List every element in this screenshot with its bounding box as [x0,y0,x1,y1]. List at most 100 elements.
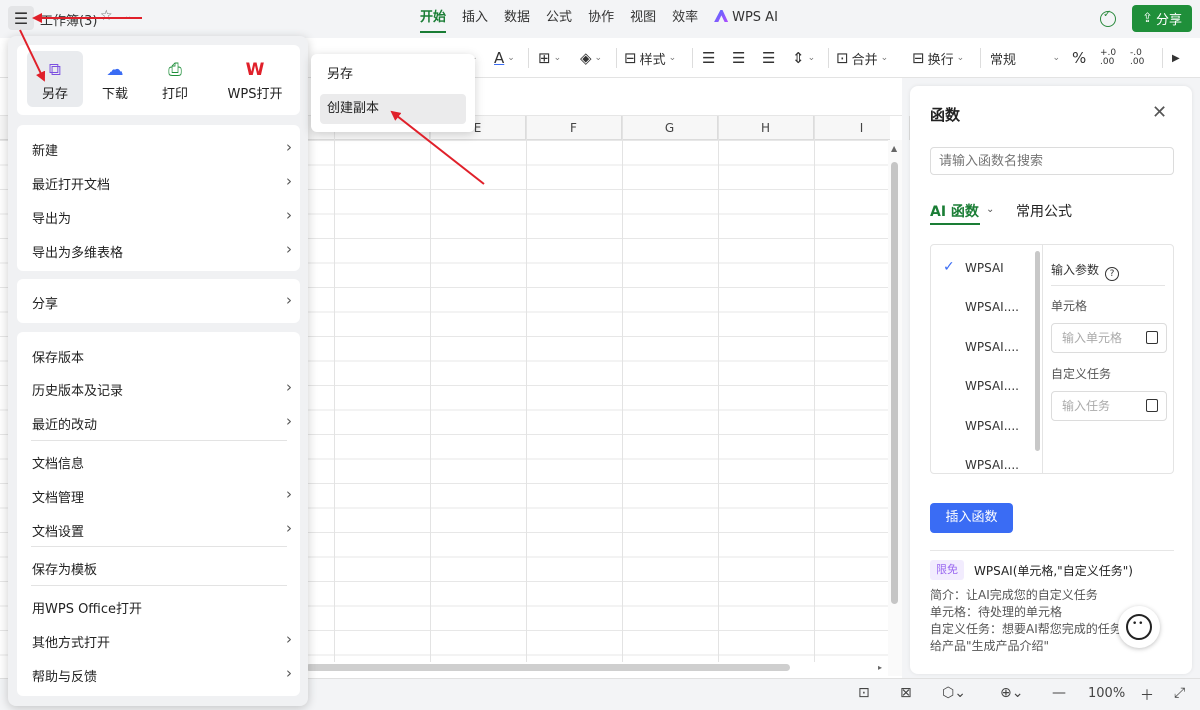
menu-item-export-multidim[interactable]: 导出为多维表格 › [32,240,292,261]
tab-formula[interactable]: 公式 [538,0,580,38]
help-icon[interactable]: ? [1105,267,1120,281]
share-icon: ⇪ [1142,11,1153,26]
fill-color-button[interactable]: ◈ ⌄ [580,46,602,70]
align-center-button[interactable]: ☰ [732,46,745,70]
vertical-align-button[interactable]: ⇕ ⌄ [792,46,815,70]
menu-icon[interactable]: ☰ [8,6,34,30]
param-title: 输入参数? [1051,261,1120,281]
menu-item-help[interactable]: 帮助与反馈 › [32,664,292,685]
function-item[interactable]: WPSAI.... [965,340,1019,354]
decrease-decimal-button[interactable]: -.0 .00 [1130,46,1150,70]
freeze-view-icon[interactable]: ⊕⌄ [1000,685,1023,701]
menu-item-share[interactable]: 分享 › [32,291,292,312]
merge-label: 合并 [851,52,878,68]
fullscreen-icon[interactable]: ⤢ [1174,685,1185,701]
chevron-right-icon: › [286,519,292,537]
function-item[interactable]: WPSAI [965,261,1004,275]
close-icon[interactable]: ✕ [1152,102,1167,123]
toolbar-more-icon[interactable]: ▶ [1172,46,1180,70]
menu-item-history[interactable]: 历史版本及记录 › [32,378,292,399]
quick-actions: ⧉ 另存 ☁ 下载 ⎙ 打印 W WPS打开 [17,45,300,115]
submenu-item-create-copy[interactable]: 创建副本 [320,94,466,124]
save-as-button[interactable]: ⧉ 另存 [27,51,83,107]
column-header-g[interactable]: G [622,116,718,140]
function-description: 自定义任务：想要AI帮您完成的任务，如 [930,622,1146,636]
increase-decimal-button[interactable]: +.0 .00 [1100,46,1120,70]
column-header-f[interactable]: F [526,116,622,140]
tab-view[interactable]: 视图 [622,0,664,38]
align-right-button[interactable]: ☰ [762,46,775,70]
menu-item-open-wps-office[interactable]: 用WPS Office打开 [32,598,292,617]
share-button[interactable]: ⇪ 分享 [1132,5,1192,32]
function-item[interactable]: WPSAI.... [965,419,1019,433]
tab-wps-ai[interactable]: WPS AI [706,0,786,38]
document-title[interactable]: 工作簿(3) [40,10,97,29]
number-format-select[interactable]: 常规 ⌄ [990,46,1060,70]
merge-button[interactable]: ⊡ 合并 ⌄ [836,46,888,70]
tab-home[interactable]: 开始 [412,0,454,38]
print-button[interactable]: ⎙ 打印 [147,51,203,107]
share-label: 分享 [1155,13,1182,28]
horizontal-scroll-thumb[interactable] [306,664,790,671]
task-input[interactable]: 输入任务 [1051,391,1167,421]
protect-view-icon[interactable]: ⊠ [900,685,912,701]
vertical-scrollbar[interactable]: ▲ [888,140,902,676]
tab-efficiency[interactable]: 效率 [664,0,706,38]
tab-common-formulas[interactable]: 常用公式 [1016,201,1072,221]
column-header-i[interactable]: I [814,116,910,140]
menu-item-doc-manage[interactable]: 文档管理 › [32,485,292,506]
zoom-in-icon[interactable]: ＋ [1140,685,1154,705]
star-icon[interactable]: ☆ [100,8,113,24]
printer-icon: ⎙ [168,60,182,80]
function-list-scrollbar[interactable] [1035,251,1040,451]
download-button[interactable]: ☁ 下载 [87,51,143,107]
menu-item-open-other[interactable]: 其他方式打开 › [32,630,292,651]
tab-insert[interactable]: 插入 [454,0,496,38]
function-item[interactable]: WPSAI.... [965,458,1019,472]
sheet-view-icon[interactable]: ⊡ [858,685,870,701]
wrap-button[interactable]: ⊟ 换行 ⌄ [912,46,964,70]
insert-function-button[interactable]: 插入函数 [930,503,1013,533]
function-item[interactable]: WPSAI.... [965,300,1019,314]
open-in-wps-button[interactable]: W WPS打开 [217,51,293,107]
horizontal-scrollbar[interactable]: ▸ [306,662,902,674]
menu-item-doc-settings[interactable]: 文档设置 › [32,519,292,540]
menu-item-export[interactable]: 导出为 › [32,206,292,227]
column-header-h[interactable]: H [718,116,814,140]
task-picker-icon[interactable] [1146,399,1158,412]
cloud-sync-icon[interactable] [1100,9,1116,27]
percent-button[interactable]: % [1072,46,1086,70]
zoom-level[interactable]: 100% [1088,686,1125,701]
menu-item-new[interactable]: 新建 › [32,138,292,159]
assistant-avatar-icon[interactable] [1118,606,1160,648]
tab-collaborate[interactable]: 协作 [580,0,622,38]
chevron-right-icon: › [286,138,292,156]
chevron-down-icon[interactable]: ⌄ [986,204,994,215]
cell-input[interactable]: 输入单元格 [1051,323,1167,353]
menu-item-recent-changes[interactable]: 最近的改动 › [32,412,292,433]
cell-picker-icon[interactable] [1146,331,1158,344]
border-button[interactable]: ⊞ ⌄ [538,46,561,70]
menu-item-save-template[interactable]: 保存为模板 [32,559,292,578]
function-selector: ✓ WPSAI WPSAI.... WPSAI.... WPSAI.... WP… [930,244,1174,474]
function-signature: WPSAI(单元格,"自定义任务") [974,564,1133,578]
menu-item-save-version[interactable]: 保存版本 [32,347,292,366]
zoom-out-icon[interactable]: — [1052,685,1066,701]
share-view-icon[interactable]: ⬡⌄ [942,685,966,701]
align-left-button[interactable]: ☰ [702,46,715,70]
function-item[interactable]: WPSAI.... [965,379,1019,393]
submenu-item-save-as[interactable]: 另存 [320,60,466,90]
tab-data[interactable]: 数据 [496,0,538,38]
menu-item-doc-info[interactable]: 文档信息 [32,453,292,472]
function-search-input[interactable] [930,147,1174,175]
style-button[interactable]: ⊟ 样式 ⌄ [624,46,676,70]
vertical-scroll-thumb[interactable] [891,162,898,604]
chevron-right-icon: › [286,378,292,396]
wps-ai-logo-icon [714,10,729,22]
tab-ai-functions[interactable]: AI 函数 [930,201,979,221]
chevron-right-icon: › [286,291,292,309]
menu-item-recent[interactable]: 最近打开文档 › [32,172,292,193]
chevron-down-icon[interactable]: ⌄ [124,11,132,22]
font-color-button[interactable]: A ⌄ [494,46,515,70]
wps-logo-icon: W [245,60,265,80]
